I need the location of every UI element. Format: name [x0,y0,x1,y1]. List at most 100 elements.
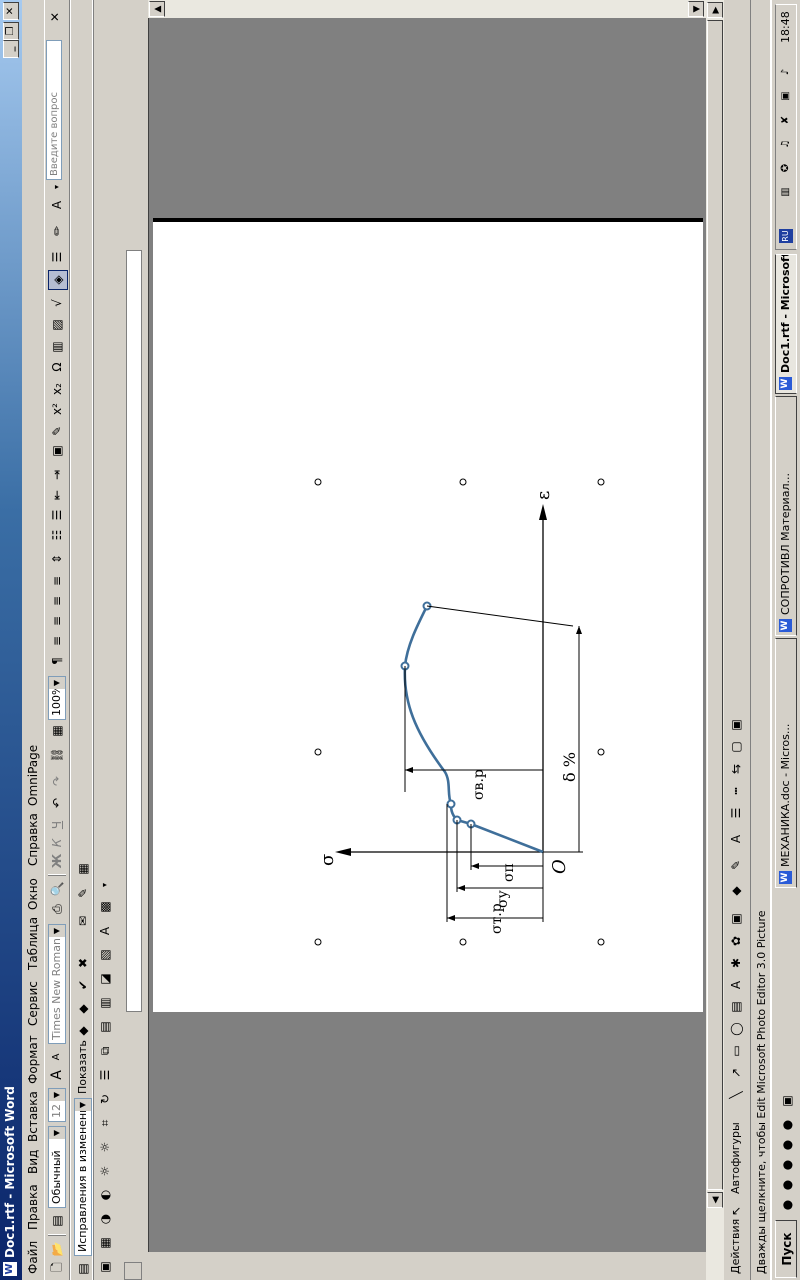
style-combo[interactable]: Обычный ▼ [48,1126,66,1208]
selection-handle[interactable] [597,748,605,756]
menu-view[interactable]: Вид [26,1150,40,1174]
quicklaunch-icon[interactable]: ● [778,1116,796,1134]
wordart-icon[interactable]: A [727,976,745,994]
toolbar-options-icon[interactable]: ▾ [48,178,66,196]
textbox-icon[interactable]: ▤ [727,998,745,1016]
reviewing-pane-icon[interactable]: ▦ [74,860,92,878]
justify-icon[interactable]: ≡ [48,572,66,590]
tray-app-icon[interactable]: ▣ [779,89,793,103]
draw-actions-button[interactable]: Действия [729,1219,742,1274]
scroll-up-icon[interactable]: ▲ [149,1,165,17]
draw-font-color-icon[interactable]: A [727,830,745,848]
font-size-combo[interactable]: 12 ▼ [48,1088,66,1122]
minimize-button[interactable]: _ [3,40,19,58]
language-indicator[interactable]: RU [779,229,793,243]
selection-handle[interactable] [459,478,467,486]
insert-picture-icon[interactable]: ▣ [96,1258,114,1276]
autoshapes-button[interactable]: Автофигуры [729,1122,742,1194]
tray-security-icon[interactable]: ✘ [779,113,793,127]
toolbar-options-icon[interactable]: ▾ [96,876,114,894]
oval-icon[interactable]: ◯ [727,1020,745,1038]
arrow-icon[interactable]: ↗ [727,1064,745,1082]
selection-handle[interactable] [314,478,322,486]
chevron-down-icon[interactable]: ▼ [75,1099,91,1111]
numbering-icon[interactable]: ☷ [48,526,66,544]
tray-antivirus-icon[interactable]: ✪ [779,161,793,175]
reject-change-icon[interactable]: ✖ [74,954,92,972]
table-insert-icon[interactable]: ▦ [48,722,66,740]
review-mode-combo[interactable]: Исправления в измененном документ ▼ [74,1098,92,1256]
line-spacing-icon[interactable]: ⇕ [48,550,66,568]
task-mechanics-doc[interactable]: W МЕХАНИКА.doc - Micros... [775,638,797,888]
line-icon[interactable]: ╲ [727,1086,745,1104]
reading-icon[interactable]: ▤ [74,1260,92,1278]
sqrt-icon[interactable]: √ [48,294,66,312]
crop-icon[interactable]: ⌗ [96,1114,114,1132]
quicklaunch-icon[interactable]: ▣ [778,1092,796,1110]
stress-strain-figure[interactable]: σεOσт.рσуσпσв.рδ % [153,222,703,1012]
clipart-icon[interactable]: ✿ [727,932,745,950]
chevron-down-icon[interactable]: ▼ [49,1127,65,1139]
font-combo[interactable]: Times New Roman ▼ [48,924,66,1044]
task-soprotivl[interactable]: W СОПРОТИВЛ Материал... [775,396,797,636]
quicklaunch-icon[interactable]: ● [778,1176,796,1194]
insert-wordart-icon[interactable]: A [96,922,114,940]
rectangle-icon[interactable]: ▭ [727,1042,745,1060]
less-brightness-icon[interactable]: ☼ [96,1138,114,1156]
italic-icon[interactable]: К [48,834,66,852]
line-style-draw-icon[interactable]: ☰ [727,804,745,822]
new-document-icon[interactable]: 🗋 [48,1258,66,1276]
fill-color-icon[interactable]: ◆ [727,882,745,900]
close-button[interactable]: ✕ [3,2,19,20]
line-style-picture-icon[interactable]: ☰ [96,1066,114,1084]
tray-mixer-icon[interactable]: ♫ [779,137,793,151]
undo-icon[interactable]: ↶ [48,794,66,812]
arrow-style-icon[interactable]: ⇆ [727,760,745,778]
scroll-thumb[interactable] [707,20,723,1190]
menu-insert[interactable]: Вставка [26,1091,40,1142]
tab-selector-icon[interactable] [124,1262,142,1280]
open-icon[interactable]: 📂 [48,1240,66,1258]
restore-button[interactable]: ❐ [3,22,19,40]
more-brightness-icon[interactable]: ☼ [96,1162,114,1180]
chevron-down-icon[interactable]: ▼ [49,677,65,689]
dash-style-icon[interactable]: ┅ [727,782,745,800]
less-contrast-icon[interactable]: ◐ [96,1186,114,1204]
reset-picture-icon[interactable]: ▧ [96,946,114,964]
menu-table[interactable]: Таблица [26,917,40,970]
zoom-document-icon[interactable]: 🔍 [48,880,66,898]
active-tool-icon[interactable]: ◈ [48,270,68,290]
vertical-scrollbar[interactable]: ▲ ▼ [148,0,706,18]
select-objects-icon[interactable]: ↖ [727,1202,745,1220]
line-style-icon[interactable]: ☰ [48,248,66,266]
grow-font-icon[interactable]: A [48,1066,66,1084]
menu-omnipage[interactable]: OmniPage [26,745,40,806]
increase-indent-icon[interactable]: ⇥ [48,466,66,484]
redo-icon[interactable]: ↷ [48,772,66,790]
hyperlink-icon[interactable]: ⛓ [48,746,66,764]
zoom-combo[interactable]: 100% ▼ [48,676,66,720]
selection-handle[interactable] [597,478,605,486]
compress-icon[interactable]: ⧉ [96,1042,114,1060]
highlight-icon[interactable]: ✎ [48,422,66,440]
color-icon[interactable]: ▦ [96,1234,114,1252]
superscript-icon[interactable]: x² [48,400,66,418]
bold-icon[interactable]: Ж [48,852,66,870]
paragraph-mark-icon[interactable]: ¶ [48,652,66,670]
symbol-omega-icon[interactable]: Ω [48,358,66,376]
shadow-icon[interactable]: ▢ [727,738,745,756]
scroll-left-icon[interactable]: ◀ [707,1192,723,1208]
subscript-icon[interactable]: x₂ [48,380,66,398]
format-picture-icon[interactable]: ▥ [96,994,114,1012]
previous-change-icon[interactable]: ◆ [74,1022,92,1040]
pen-icon[interactable]: ✏ [48,222,66,240]
new-comment-icon[interactable]: ✉ [74,912,92,930]
chevron-down-icon[interactable]: ▼ [49,925,65,937]
underline-icon[interactable]: Ч [48,816,66,834]
picture-tool-icon[interactable]: ▨ [48,316,66,334]
menu-help[interactable]: Справка [26,813,40,866]
next-change-icon[interactable]: ◆ [74,1000,92,1018]
show-markup-button[interactable]: Показать [76,1040,89,1094]
styles-pane-icon[interactable]: ▤ [48,1212,66,1230]
menu-tools[interactable]: Сервис [26,981,40,1026]
